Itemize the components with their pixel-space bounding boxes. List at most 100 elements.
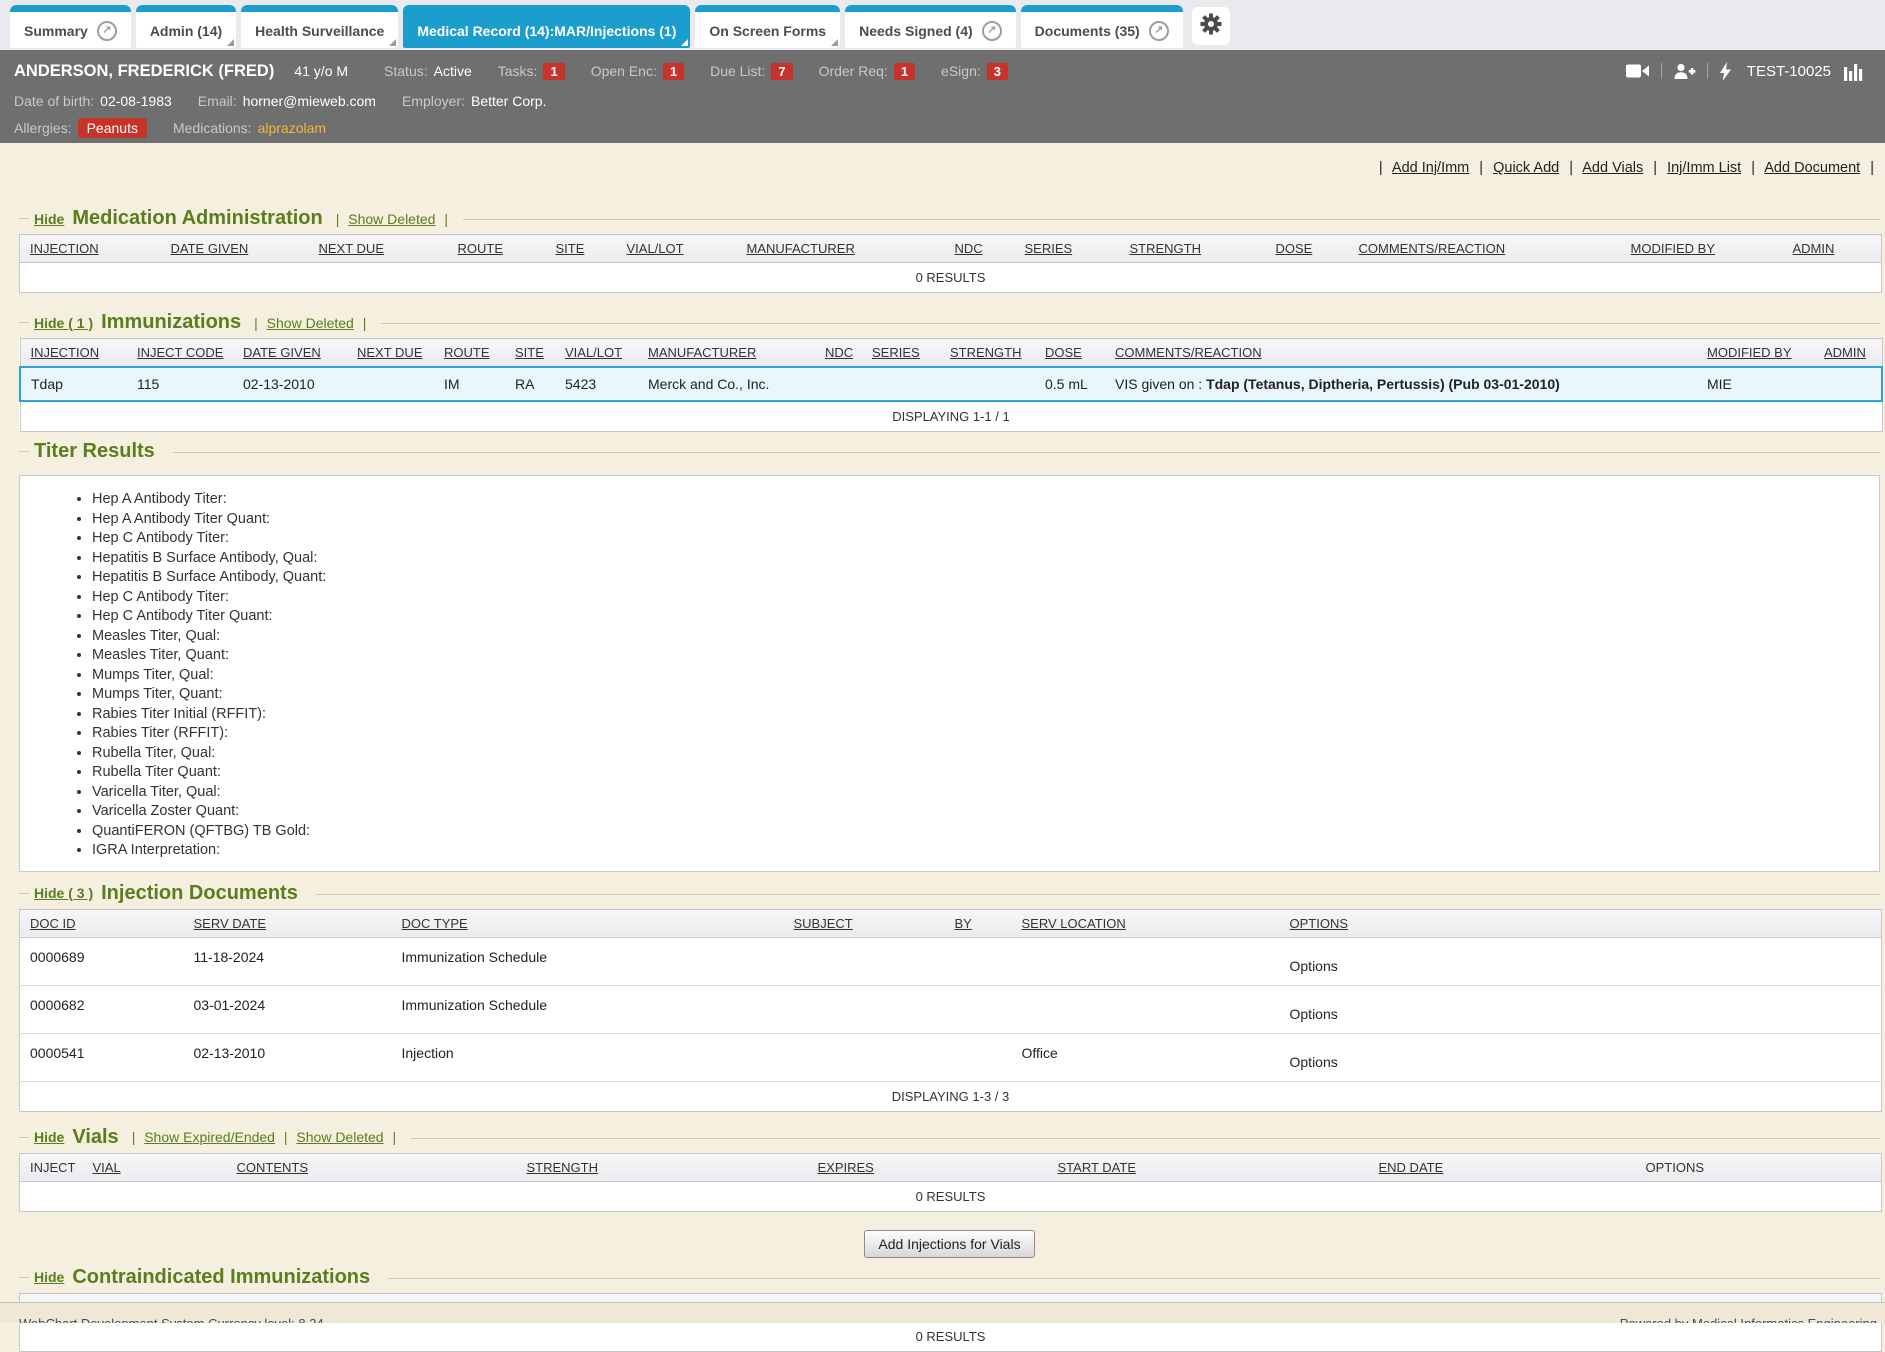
th-admin[interactable]: ADMIN [1814,339,1882,368]
due-list-badge[interactable]: 7 [771,63,792,80]
th-strength[interactable]: STRENGTH [517,1153,808,1181]
th-modified-by[interactable]: MODIFIED BY [1621,235,1783,263]
th-route[interactable]: ROUTE [448,235,546,263]
th-vial[interactable]: VIAL [83,1153,227,1181]
video-camera-icon[interactable] [1626,63,1650,79]
popout-icon[interactable]: ↗ [1149,21,1169,41]
th-comments-reaction[interactable]: COMMENTS/REACTION [1105,339,1697,368]
th-injection[interactable]: INJECTION [20,339,127,368]
order-req-badge[interactable]: 1 [894,63,915,80]
allergy-badge[interactable]: Peanuts [78,118,147,138]
th-site[interactable]: SITE [505,339,555,368]
add-injections-for-vials-button[interactable]: Add Injections for Vials [864,1230,1034,1258]
th-by[interactable]: BY [945,909,1012,937]
th-dose[interactable]: DOSE [1035,339,1105,368]
show-deleted-link[interactable]: Show Deleted [267,315,354,331]
tab-fold-icon [227,39,234,46]
th-contents[interactable]: CONTENTS [227,1153,517,1181]
cell-inject-code: 115 [127,367,233,401]
action-inj-imm-list[interactable]: Inj/Imm List [1667,160,1741,176]
th-series[interactable]: SERIES [862,339,940,368]
th-date-given[interactable]: DATE GIVEN [161,235,309,263]
tab-on-screen-forms[interactable]: On Screen Forms [695,5,840,48]
titer-item: Mumps Titer, Quant: [92,685,1879,705]
hide-immunizations-link[interactable]: Hide ( 1 ) [34,315,93,331]
tab-documents[interactable]: Documents (35) ↗ [1021,5,1183,48]
th-site[interactable]: SITE [546,235,617,263]
th-strength[interactable]: STRENGTH [940,339,1035,368]
th-expires[interactable]: EXPIRES [808,1153,1048,1181]
tab-needs-signed[interactable]: Needs Signed (4) ↗ [845,5,1016,48]
th-dose[interactable]: DOSE [1266,235,1349,263]
action-add-vials[interactable]: Add Vials [1582,160,1643,176]
options-menu-trigger[interactable]: Options [1290,958,1338,974]
cell-comments-reaction: VIS given on : Tdap (Tetanus, Diptheria,… [1105,367,1697,401]
hide-medication-administration-link[interactable]: Hide [34,211,64,227]
document-row[interactable]: 0000689 11-18-2024 Immunization Schedule… [20,937,1882,985]
options-menu-trigger[interactable]: Options [1290,1006,1338,1022]
immunization-row-tdap[interactable]: Tdap 115 02-13-2010 IM RA 5423 Merck and… [20,367,1882,401]
tab-medical-record[interactable]: Medical Record (14):MAR/Injections (1) [403,5,690,48]
th-start-date[interactable]: START DATE [1048,1153,1369,1181]
titer-item: Rubella Titer, Qual: [92,744,1879,764]
th-comments-reaction[interactable]: COMMENTS/REACTION [1349,235,1621,263]
th-manufacturer[interactable]: MANUFACTURER [737,235,945,263]
action-add-inj-imm[interactable]: Add Inj/Imm [1392,160,1469,176]
th-injection[interactable]: INJECTION [20,235,161,263]
vials-table: INJECT VIAL CONTENTS STRENGTH EXPIRES ST… [19,1153,1882,1212]
tasks-badge[interactable]: 1 [543,63,564,80]
th-next-due[interactable]: NEXT DUE [347,339,434,368]
show-deleted-link[interactable]: Show Deleted [296,1129,383,1145]
show-deleted-link[interactable]: Show Deleted [348,211,435,227]
bar-chart-icon[interactable] [1844,62,1865,81]
th-options[interactable]: OPTIONS [1280,909,1882,937]
th-inject-code[interactable]: INJECT CODE [127,339,233,368]
divider [19,451,29,452]
show-expired-ended-link[interactable]: Show Expired/Ended [144,1129,275,1145]
popout-icon[interactable]: ↗ [982,21,1002,41]
options-menu-trigger[interactable]: Options [1290,1054,1338,1070]
divider [173,452,1880,453]
th-ndc[interactable]: NDC [945,235,1015,263]
medication-value[interactable]: alprazolam [258,120,326,136]
status-label: Status: [384,63,428,79]
settings-gear-button[interactable] [1192,7,1230,45]
empty-results-text: 0 RESULTS [20,1181,1882,1211]
document-row[interactable]: 0000541 02-13-2010 Injection Office Opti… [20,1033,1882,1081]
add-user-icon[interactable] [1673,63,1696,80]
dob-value: 02-08-1983 [100,93,172,109]
th-serv-date[interactable]: SERV DATE [184,909,392,937]
th-route[interactable]: ROUTE [434,339,505,368]
th-modified-by[interactable]: MODIFIED BY [1697,339,1814,368]
th-doc-type[interactable]: DOC TYPE [392,909,784,937]
th-series[interactable]: SERIES [1015,235,1120,263]
action-quick-add[interactable]: Quick Add [1493,160,1559,176]
th-strength[interactable]: STRENGTH [1120,235,1266,263]
open-enc-badge[interactable]: 1 [663,63,684,80]
action-add-document[interactable]: Add Document [1764,160,1860,176]
th-date-given[interactable]: DATE GIVEN [233,339,347,368]
th-next-due[interactable]: NEXT DUE [309,235,448,263]
lightning-icon[interactable] [1719,62,1732,81]
tab-health-surveillance[interactable]: Health Surveillance [241,5,398,48]
gears-icon [1199,12,1223,41]
th-manufacturer[interactable]: MANUFACTURER [638,339,815,368]
th-admin[interactable]: ADMIN [1783,235,1882,263]
document-row[interactable]: 0000682 03-01-2024 Immunization Schedule… [20,985,1882,1033]
th-serv-location[interactable]: SERV LOCATION [1012,909,1280,937]
th-ndc[interactable]: NDC [815,339,862,368]
th-subject[interactable]: SUBJECT [784,909,945,937]
th-doc-id[interactable]: DOC ID [20,909,184,937]
th-end-date[interactable]: END DATE [1369,1153,1636,1181]
hide-injection-documents-link[interactable]: Hide ( 3 ) [34,885,93,901]
hide-vials-link[interactable]: Hide [34,1129,64,1145]
hide-contraindicated-link[interactable]: Hide [34,1269,64,1285]
cell-next-due [347,367,434,401]
th-vial-lot[interactable]: VIAL/LOT [555,339,638,368]
th-vial-lot[interactable]: VIAL/LOT [617,235,737,263]
esign-badge[interactable]: 3 [987,63,1008,80]
tab-admin[interactable]: Admin (14) [136,5,236,48]
popout-icon[interactable]: ↗ [97,21,117,41]
tab-summary[interactable]: Summary ↗ [10,5,131,48]
separator: | [363,315,367,331]
